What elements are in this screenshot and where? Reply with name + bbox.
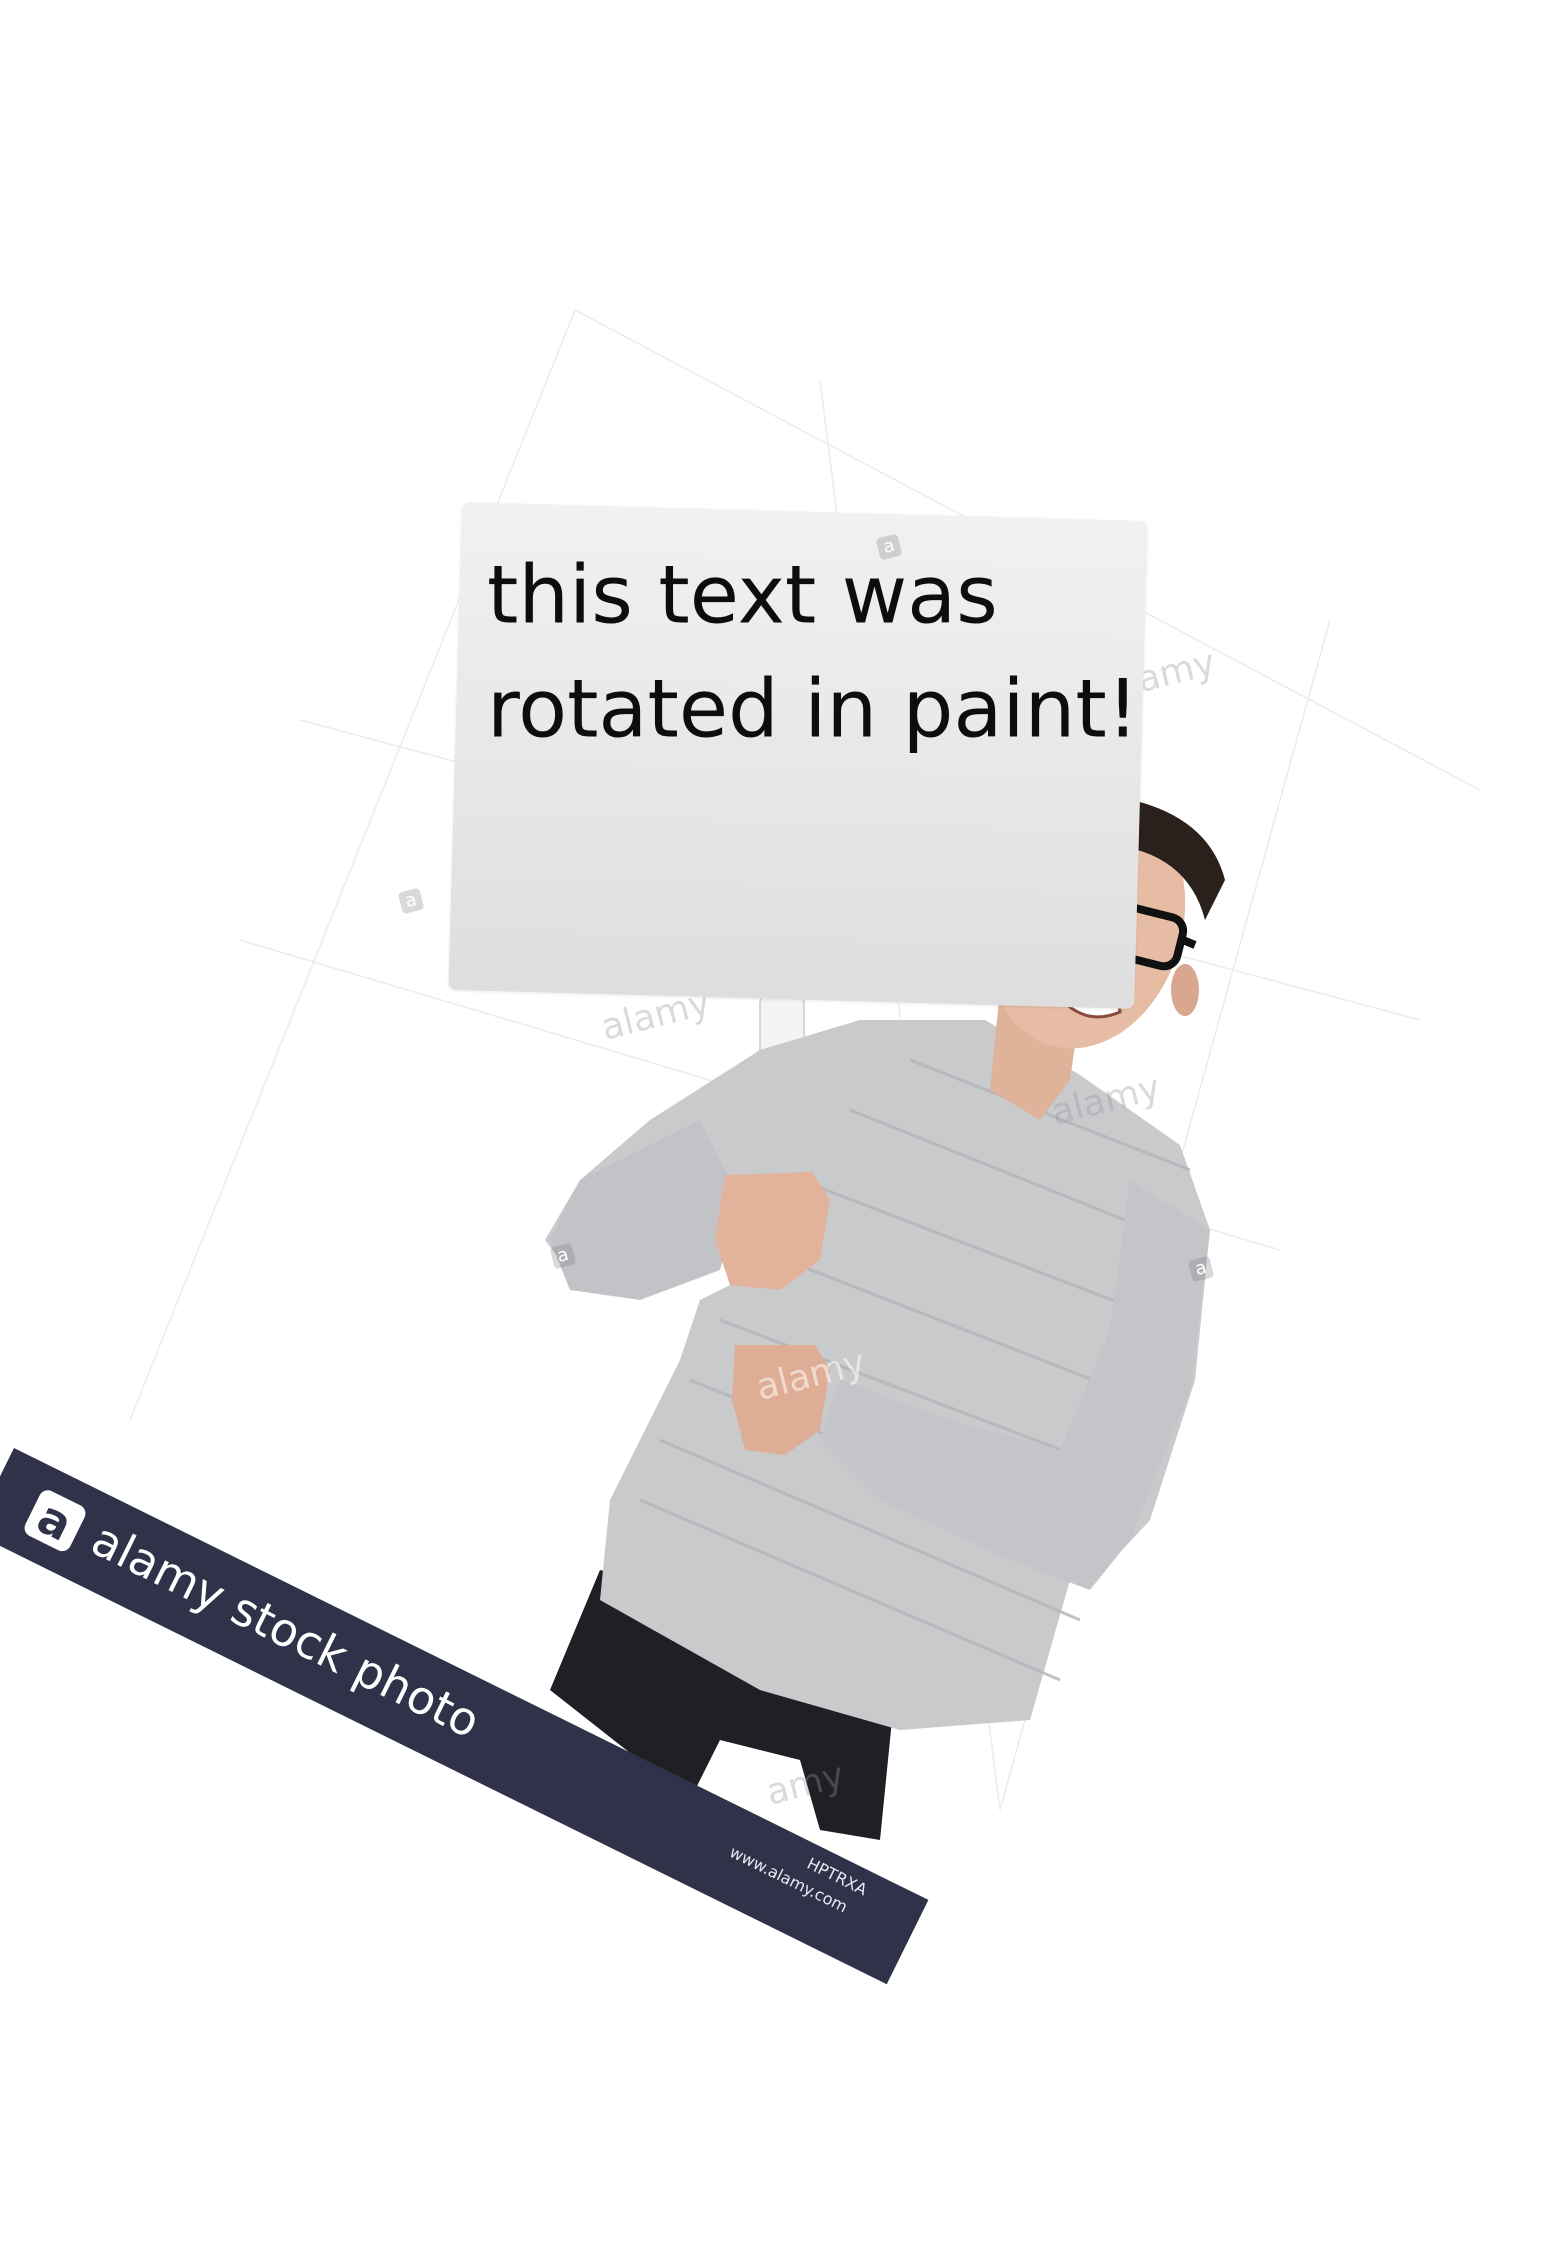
stock-photo-scene: alamy alamy alamy alamy amy this text wa… bbox=[0, 0, 1541, 2253]
sign-text: this text was rotated in paint! bbox=[486, 548, 1139, 756]
sign-board: this text was rotated in paint! bbox=[448, 502, 1148, 1009]
alamy-logo-icon: a bbox=[21, 1487, 89, 1555]
